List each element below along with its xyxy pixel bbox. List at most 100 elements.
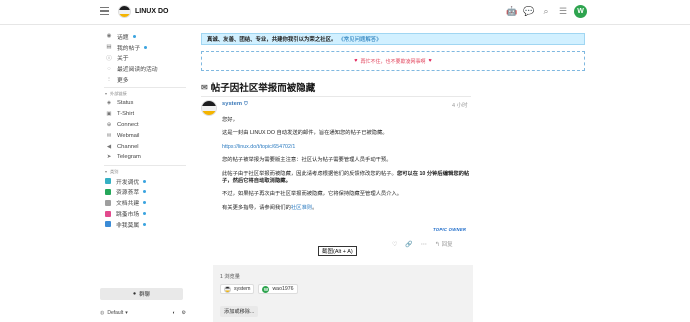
- sidebar-item-label: 关于: [117, 56, 129, 63]
- tshirt-icon: ▣: [106, 111, 112, 118]
- heart-icon: ♥: [428, 58, 432, 64]
- sidebar-item-category[interactable]: 资源荟萃: [100, 187, 188, 198]
- notice-banner: ♥ 再忙不住，也不要欺凌网事啊 ♥: [201, 51, 585, 71]
- post-link[interactable]: https://linux.do/t/topic/654702/1: [222, 144, 295, 150]
- sidebar-item-category[interactable]: 跳蚤市场: [100, 208, 188, 219]
- view-count: 1 浏览量: [220, 274, 240, 280]
- sidebar-item-label: Status: [117, 100, 134, 107]
- unread-dot: [132, 34, 136, 38]
- chat-icon: ●: [132, 291, 137, 297]
- post-paragraph: 有关更多指导，请参阅我们的社区准则。: [222, 205, 472, 212]
- reply-icon: ↰: [434, 242, 440, 248]
- envelope-icon: ✉: [201, 82, 208, 92]
- unread-dot: [144, 45, 148, 49]
- sidebar-item-external[interactable]: ⊕ Connect: [100, 120, 188, 131]
- post-paragraph: 您好，: [222, 117, 238, 123]
- participant-avatar: W: [262, 285, 270, 293]
- post-avatar[interactable]: [201, 100, 217, 116]
- site-name[interactable]: LINUX DO: [135, 8, 168, 15]
- robot-icon[interactable]: 🤖: [506, 6, 518, 18]
- more-icon[interactable]: ⋯: [421, 241, 427, 248]
- post-divider: [201, 96, 471, 97]
- post-timestamp[interactable]: 4 小时: [452, 101, 468, 109]
- sidebar-divider: [104, 164, 186, 166]
- sidebar-item-category[interactable]: 开发调优: [100, 176, 188, 187]
- settings-icon[interactable]: ⚙: [182, 310, 186, 316]
- faq-link[interactable]: 《常见问题解答》: [338, 35, 381, 43]
- guidelines-link[interactable]: 社区准则: [291, 205, 312, 211]
- chevron-down-icon: ▾: [105, 169, 108, 175]
- add-remove-button[interactable]: 添加或移除...: [220, 306, 259, 317]
- sidebar-item[interactable]: ◌ 最近阅读的活动: [100, 63, 188, 74]
- sidebar-item[interactable]: ▤ 我的帖子: [100, 42, 188, 53]
- sidebar-item[interactable]: ⓘ 关于: [100, 53, 188, 64]
- post-actions: ♡ 🔗 ⋯ ↰ 回复: [392, 240, 453, 249]
- sidebar-item-label: 我的帖子: [117, 45, 141, 52]
- sidebar-item-label: Channel: [117, 143, 139, 150]
- topic-title-text[interactable]: 帖子因社区举报而被隐藏: [211, 80, 316, 94]
- about-icon: ⓘ: [106, 55, 112, 62]
- sidebar-section-external[interactable]: ▾ 外部链接: [100, 90, 188, 98]
- sidebar-item-external[interactable]: ◀ Channel: [100, 141, 188, 152]
- chevron-down-icon[interactable]: ▾: [125, 310, 128, 316]
- category-color-swatch: [105, 178, 111, 185]
- sidebar-chat-label: 群聊: [139, 292, 151, 298]
- post-paragraph: 这是一封由 LINUX DO 自动发送的邮件，旨在通知您的帖子已被隐藏。: [222, 130, 388, 137]
- dark-mode-icon[interactable]: ◐: [172, 310, 175, 316]
- participant-avatar: [224, 285, 231, 293]
- header-icons: 🤖 💬 ⌕ ☰ W: [506, 5, 587, 18]
- site-logo[interactable]: [118, 5, 131, 18]
- post-text: 此帖子由于社区举报而被隐藏，因此请考虑根据他们的反馈修改您的帖子。: [222, 170, 397, 177]
- sidebar-item-external[interactable]: ✉ Webmail: [100, 130, 188, 141]
- unseen-icon: ◌: [107, 65, 111, 72]
- screenshot-tooltip: 截图(Alt + A): [318, 246, 357, 256]
- participant-chip[interactable]: system: [220, 284, 255, 294]
- sidebar-item-label: 最近阅读的活动: [117, 67, 158, 74]
- username-text[interactable]: system: [222, 101, 242, 107]
- sidebar-item[interactable]: ⋮ 更多: [100, 74, 188, 85]
- sidebar-footer: ◍ Default ▾ ◐ ⚙: [100, 310, 188, 316]
- sidebar-item-category[interactable]: 文档共建: [100, 197, 188, 208]
- search-icon[interactable]: ⌕: [540, 6, 552, 18]
- unread-dot: [143, 201, 147, 205]
- theme-selector[interactable]: Default: [107, 310, 123, 316]
- menu-icon[interactable]: ☰: [557, 6, 569, 18]
- sidebar-item-label: Webmail: [117, 132, 140, 139]
- channel-icon: ◀: [106, 143, 112, 150]
- hamburger-menu-icon[interactable]: [100, 7, 109, 15]
- sidebar-item-external[interactable]: ➤ Telegram: [100, 152, 188, 163]
- sidebar-item-label: T-Shirt: [117, 111, 135, 118]
- sidebar: ◉ 话题 ▤ 我的帖子 ⓘ 关于 ◌ 最近阅读的活动 ⋮ 更多 ▾ 外部链接 ◈ Status ▣ T-S…: [100, 31, 188, 230]
- topics-icon: ◉: [106, 33, 112, 40]
- sidebar-section-categories[interactable]: ▾ 类别: [100, 168, 188, 176]
- webmail-icon: ✉: [106, 132, 112, 139]
- post-text: 有关更多指导，请参阅我们的: [222, 204, 291, 211]
- top-header: LINUX DO 🤖 💬 ⌕ ☰ W: [0, 0, 690, 25]
- sidebar-item-external[interactable]: ◈ Status: [100, 98, 188, 109]
- sidebar-item[interactable]: ◉ 话题: [100, 31, 188, 42]
- link-icon[interactable]: 🔗: [405, 241, 412, 248]
- sidebar-item-label: 开发调优: [116, 179, 140, 186]
- participant-chip[interactable]: Wwao1976: [258, 284, 298, 294]
- category-color-swatch: [105, 199, 111, 206]
- unread-dot: [143, 222, 147, 226]
- sidebar-chat-button[interactable]: ● 群聊: [100, 288, 183, 300]
- chat-icon[interactable]: 💬: [523, 6, 535, 18]
- status-icon: ◈: [106, 100, 112, 107]
- sidebar-item-category[interactable]: 非我莫属: [100, 219, 188, 230]
- heart-icon: ♥: [354, 58, 358, 64]
- more-icon: ⋮: [106, 76, 112, 83]
- sidebar-item-label: 跳蚤市场: [116, 212, 140, 219]
- section-label: 类别: [110, 168, 119, 174]
- banner-text: 真诚、友善、团结、专业，共建你我引以为荣之社区。: [207, 37, 337, 43]
- category-color-swatch: [105, 221, 111, 228]
- user-avatar[interactable]: W: [574, 5, 587, 18]
- my-posts-icon: ▤: [106, 44, 112, 51]
- post-username[interactable]: system ⛉: [222, 101, 248, 107]
- like-icon[interactable]: ♡: [392, 241, 397, 248]
- participant-name: system: [234, 286, 251, 292]
- category-color-swatch: [105, 188, 111, 195]
- sidebar-item-external[interactable]: ▣ T-Shirt: [100, 109, 188, 120]
- reply-button[interactable]: ↰ 回复: [435, 240, 453, 248]
- post-text: 。: [312, 204, 318, 211]
